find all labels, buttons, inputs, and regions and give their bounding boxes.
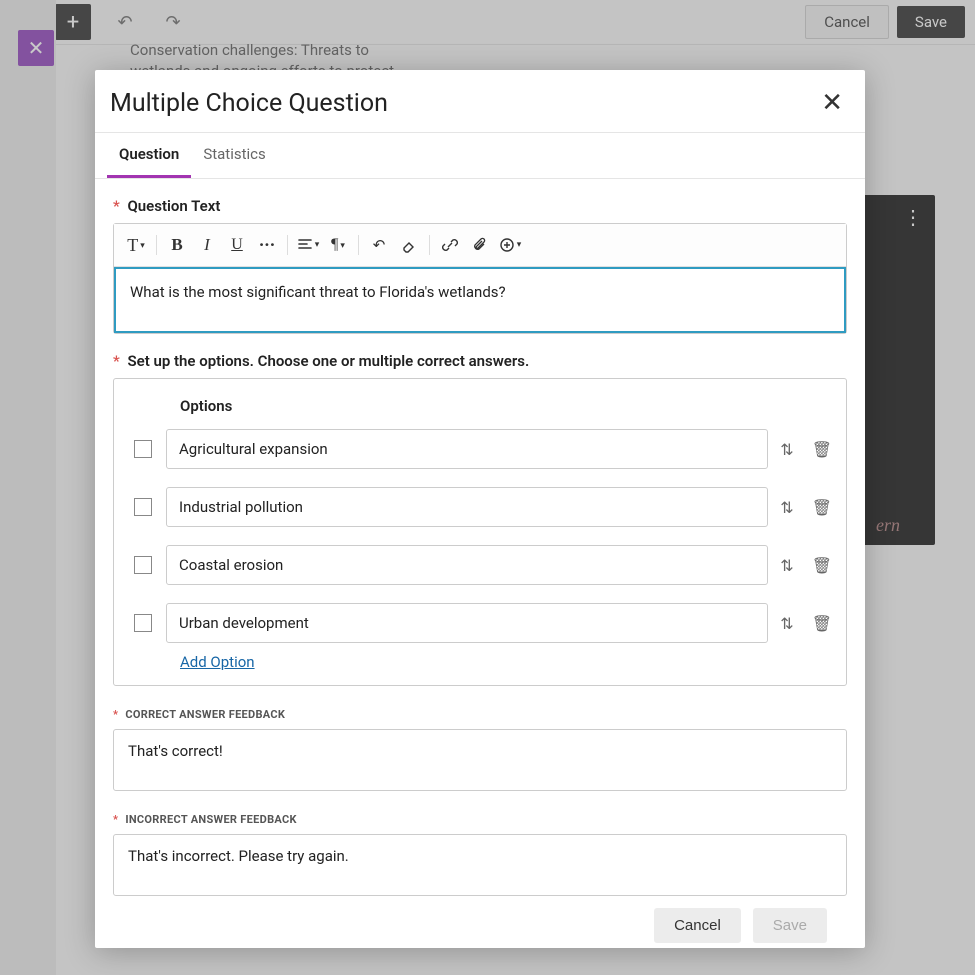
option-row: Coastal erosion ⇅ 🗑 — [128, 545, 832, 585]
tab-statistics[interactable]: Statistics — [191, 133, 277, 178]
option-row: Urban development ⇅ 🗑 — [128, 603, 832, 643]
option-correct-checkbox[interactable] — [134, 614, 152, 632]
reorder-button[interactable]: ⇅ — [780, 556, 793, 575]
paragraph-dropdown[interactable]: ¶▾ — [324, 230, 352, 260]
trash-icon: 🗑 — [812, 498, 832, 517]
delete-option-button[interactable]: 🗑 — [812, 556, 832, 575]
reorder-icon: ⇅ — [780, 440, 793, 459]
plus-circle-icon — [499, 237, 515, 253]
attachment-button[interactable] — [466, 230, 494, 260]
reorder-icon: ⇅ — [780, 556, 793, 575]
close-modal-button[interactable]: ✕ — [821, 88, 843, 118]
required-marker: * — [113, 708, 118, 721]
option-correct-checkbox[interactable] — [134, 498, 152, 516]
option-correct-checkbox[interactable] — [134, 556, 152, 574]
options-panel: Options Agricultural expansion ⇅ 🗑 Indus… — [113, 378, 847, 686]
incorrect-feedback-input[interactable]: That's incorrect. Please try again. — [113, 834, 847, 896]
bold-button[interactable]: B — [163, 230, 191, 260]
reorder-button[interactable]: ⇅ — [780, 498, 793, 517]
underline-button[interactable]: U — [223, 230, 251, 260]
trash-icon: 🗑 — [812, 440, 832, 459]
correct-feedback-label: * CORRECT ANSWER FEEDBACK — [113, 708, 847, 721]
required-marker: * — [113, 352, 120, 370]
reorder-icon: ⇅ — [780, 498, 793, 517]
required-marker: * — [113, 197, 120, 215]
option-correct-checkbox[interactable] — [134, 440, 152, 458]
options-header: Options — [180, 397, 832, 415]
eraser-icon — [401, 237, 417, 253]
option-row: Agricultural expansion ⇅ 🗑 — [128, 429, 832, 469]
delete-option-button[interactable]: 🗑 — [812, 440, 832, 459]
paperclip-icon — [472, 237, 488, 253]
question-text-label: * Question Text — [113, 197, 847, 215]
align-dropdown[interactable]: ▾ — [294, 230, 322, 260]
italic-button[interactable]: I — [193, 230, 221, 260]
tab-question[interactable]: Question — [107, 133, 191, 178]
modal-title: Multiple Choice Question — [110, 89, 388, 118]
question-text-input[interactable]: What is the most significant threat to F… — [114, 267, 846, 333]
modal-footer: Cancel Save — [113, 896, 847, 948]
option-row: Industrial pollution ⇅ 🗑 — [128, 487, 832, 527]
reorder-button[interactable]: ⇅ — [780, 440, 793, 459]
close-icon: ✕ — [821, 88, 843, 118]
delete-option-button[interactable]: 🗑 — [812, 498, 832, 517]
options-instruction-label: * Set up the options. Choose one or mult… — [113, 352, 847, 370]
option-text-input[interactable]: Industrial pollution — [166, 487, 768, 527]
option-text-input[interactable]: Agricultural expansion — [166, 429, 768, 469]
link-button[interactable] — [436, 230, 464, 260]
trash-icon: 🗑 — [812, 614, 832, 633]
correct-feedback-input[interactable]: That's correct! — [113, 729, 847, 791]
modal-body: * Question Text T▾ B I U ··· ▾ ¶▾ ↶ — [95, 179, 865, 948]
incorrect-feedback-label: * INCORRECT ANSWER FEEDBACK — [113, 813, 847, 826]
more-formatting-button[interactable]: ··· — [253, 230, 281, 260]
link-icon — [442, 237, 458, 253]
add-option-link[interactable]: Add Option — [180, 653, 832, 671]
question-editor: T▾ B I U ··· ▾ ¶▾ ↶ — [113, 223, 847, 334]
modal-cancel-button[interactable]: Cancel — [654, 908, 741, 943]
modal-tabs: Question Statistics — [95, 133, 865, 179]
multiple-choice-modal: Multiple Choice Question ✕ Question Stat… — [95, 70, 865, 948]
option-text-input[interactable]: Urban development — [166, 603, 768, 643]
text-style-dropdown[interactable]: T▾ — [122, 230, 150, 260]
modal-save-button[interactable]: Save — [753, 908, 827, 943]
reorder-icon: ⇅ — [780, 614, 793, 633]
insert-dropdown[interactable]: ▾ — [496, 230, 524, 260]
trash-icon: 🗑 — [812, 556, 832, 575]
editor-toolbar: T▾ B I U ··· ▾ ¶▾ ↶ — [114, 224, 846, 267]
clear-format-button[interactable] — [395, 230, 423, 260]
reorder-button[interactable]: ⇅ — [780, 614, 793, 633]
option-text-input[interactable]: Coastal erosion — [166, 545, 768, 585]
modal-header: Multiple Choice Question ✕ — [95, 70, 865, 133]
editor-undo-button[interactable]: ↶ — [365, 230, 393, 260]
required-marker: * — [113, 813, 118, 826]
delete-option-button[interactable]: 🗑 — [812, 614, 832, 633]
undo-icon: ↶ — [373, 236, 386, 254]
align-icon — [297, 237, 313, 253]
